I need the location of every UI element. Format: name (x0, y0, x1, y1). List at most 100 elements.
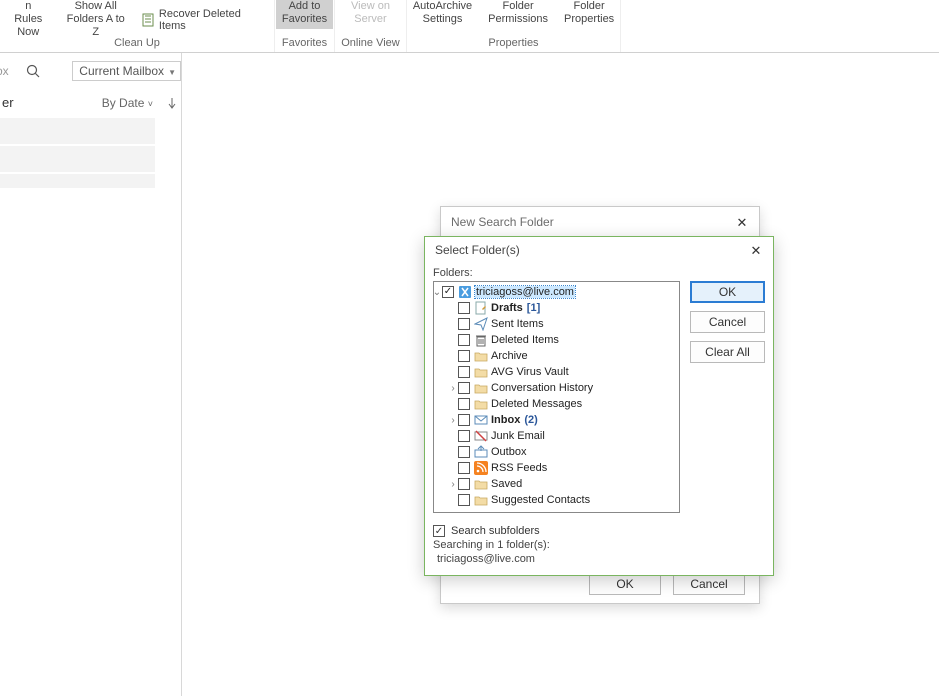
folder-checkbox[interactable] (458, 318, 470, 330)
status-text: Searching in 1 folder(s): triciagoss@liv… (425, 537, 773, 575)
tree-row[interactable]: Drafts[1] (434, 300, 679, 316)
draft-icon (474, 301, 488, 315)
tree-row[interactable]: RSS Feeds (434, 460, 679, 476)
add-to-favorites-button[interactable]: Add to Favorites (276, 0, 333, 29)
folder-checkbox[interactable]: ✓ (442, 286, 454, 298)
tree-row[interactable]: Junk Email (434, 428, 679, 444)
trash-icon (474, 333, 488, 347)
folder-checkbox[interactable] (458, 430, 470, 442)
clear-all-button[interactable]: Clear All (690, 341, 765, 363)
view-on-server-button: View on Server (347, 0, 394, 26)
button-label: OK (719, 285, 736, 299)
folder-label: Sent Items (491, 318, 544, 330)
folder-checkbox[interactable] (458, 366, 470, 378)
tree-row[interactable]: Suggested Contacts (434, 492, 679, 508)
folder-label: triciagoss@live.com (475, 286, 575, 298)
list-item[interactable] (0, 174, 155, 188)
folder-checkbox[interactable] (458, 398, 470, 410)
folder-checkbox[interactable] (458, 350, 470, 362)
button-label: Cancel (709, 315, 746, 329)
ribbon-text: AutoArchive (413, 0, 472, 13)
ribbon-text: View on (351, 0, 390, 13)
ok-button[interactable]: OK (690, 281, 765, 303)
folder-icon (474, 349, 488, 363)
sent-icon (474, 317, 488, 331)
message-list-pane: ox Current Mailbox ▼ er By Date ˅ (0, 53, 182, 696)
tree-row[interactable]: Deleted Items (434, 332, 679, 348)
ribbon-text: Server (354, 13, 386, 26)
folder-label: Drafts (491, 302, 523, 314)
autoarchive-settings-button[interactable]: AutoArchive Settings (409, 0, 476, 26)
folder-label: Suggested Contacts (491, 494, 590, 506)
account-icon (458, 285, 472, 299)
ribbon: n Rules Now Show All Folders A to Z Reco… (0, 0, 939, 53)
cancel-button[interactable]: Cancel (673, 573, 745, 595)
folder-tree[interactable]: ⌄✓ triciagoss@live.com Drafts[1] Sent Items… (433, 281, 680, 513)
folder-label: RSS Feeds (491, 462, 547, 474)
close-icon[interactable]: ✕ (735, 215, 749, 229)
folder-checkbox[interactable] (458, 446, 470, 458)
folder-label: Deleted Messages (491, 398, 582, 410)
folder-checkbox[interactable] (458, 462, 470, 474)
expander-icon[interactable]: ⌄ (433, 287, 442, 298)
folder-checkbox[interactable] (458, 334, 470, 346)
tree-row[interactable]: Outbox (434, 444, 679, 460)
ribbon-text: Properties (564, 13, 614, 26)
chevron-down-icon: ▼ (168, 68, 176, 77)
tree-row[interactable]: AVG Virus Vault (434, 364, 679, 380)
folders-label: Folders: (433, 267, 680, 279)
button-label: Clear All (705, 345, 750, 359)
folder-label: Deleted Items (491, 334, 559, 346)
tree-row[interactable]: Deleted Messages (434, 396, 679, 412)
folder-icon (474, 397, 488, 411)
tree-row[interactable]: ⌄✓ triciagoss@live.com (434, 284, 679, 300)
ribbon-text: Folder (574, 0, 605, 13)
list-item[interactable] (0, 146, 155, 172)
cancel-button[interactable]: Cancel (690, 311, 765, 333)
sort-direction-button[interactable] (167, 97, 177, 109)
junk-icon (474, 429, 488, 443)
rules-now-button[interactable]: n Rules Now (6, 0, 51, 40)
folder-label: AVG Virus Vault (491, 366, 569, 378)
folder-checkbox[interactable] (458, 494, 470, 506)
search-subfolders-checkbox[interactable]: ✓ (433, 525, 445, 537)
tree-row[interactable]: › Conversation History (434, 380, 679, 396)
tree-row[interactable]: Sent Items (434, 316, 679, 332)
folder-properties-button[interactable]: Folder Properties (560, 0, 618, 26)
tree-row[interactable]: ›Inbox(2) (434, 412, 679, 428)
folder-label: Saved (491, 478, 522, 490)
dialog-title: Select Folder(s) (435, 243, 520, 257)
search-input[interactable]: ox (0, 63, 66, 79)
folder-checkbox[interactable] (458, 478, 470, 490)
folder-permissions-button[interactable]: Folder Permissions (484, 0, 552, 26)
search-scope-dropdown[interactable]: Current Mailbox ▼ (72, 61, 181, 81)
group-label-onlineview: Online View (335, 35, 406, 52)
folder-label: Conversation History (491, 382, 593, 394)
close-icon[interactable]: ✕ (749, 243, 763, 257)
select-folders-dialog: Select Folder(s) ✕ Folders: ⌄✓triciagoss… (424, 236, 774, 576)
chevron-down-icon: ˅ (148, 99, 153, 109)
expander-icon[interactable]: › (448, 383, 458, 394)
folder-checkbox[interactable] (458, 414, 470, 426)
sort-by-date-button[interactable]: By Date ˅ (102, 96, 153, 110)
sort-label: By Date (102, 96, 145, 110)
recover-deleted-button[interactable]: Recover Deleted Items (141, 8, 268, 32)
mail-icon (474, 413, 488, 427)
folder-checkbox[interactable] (458, 302, 470, 314)
recover-icon (141, 13, 155, 27)
list-item[interactable] (0, 118, 155, 144)
show-all-folders-button[interactable]: Show All Folders A to Z (59, 0, 133, 40)
expander-icon[interactable]: › (448, 415, 458, 426)
expander-icon[interactable]: › (448, 479, 458, 490)
tree-row[interactable]: Archive (434, 348, 679, 364)
tree-row[interactable]: › Saved (434, 476, 679, 492)
folder-icon (474, 477, 488, 491)
ok-button[interactable]: OK (589, 573, 661, 595)
pane-header-fragment: er (2, 95, 14, 110)
status-line: triciagoss@live.com (433, 553, 765, 567)
dialog-title: New Search Folder (451, 215, 554, 229)
folder-checkbox[interactable] (458, 382, 470, 394)
folder-label: Inbox (491, 414, 520, 426)
rss-icon (474, 461, 488, 475)
folder-label: Junk Email (491, 430, 545, 442)
